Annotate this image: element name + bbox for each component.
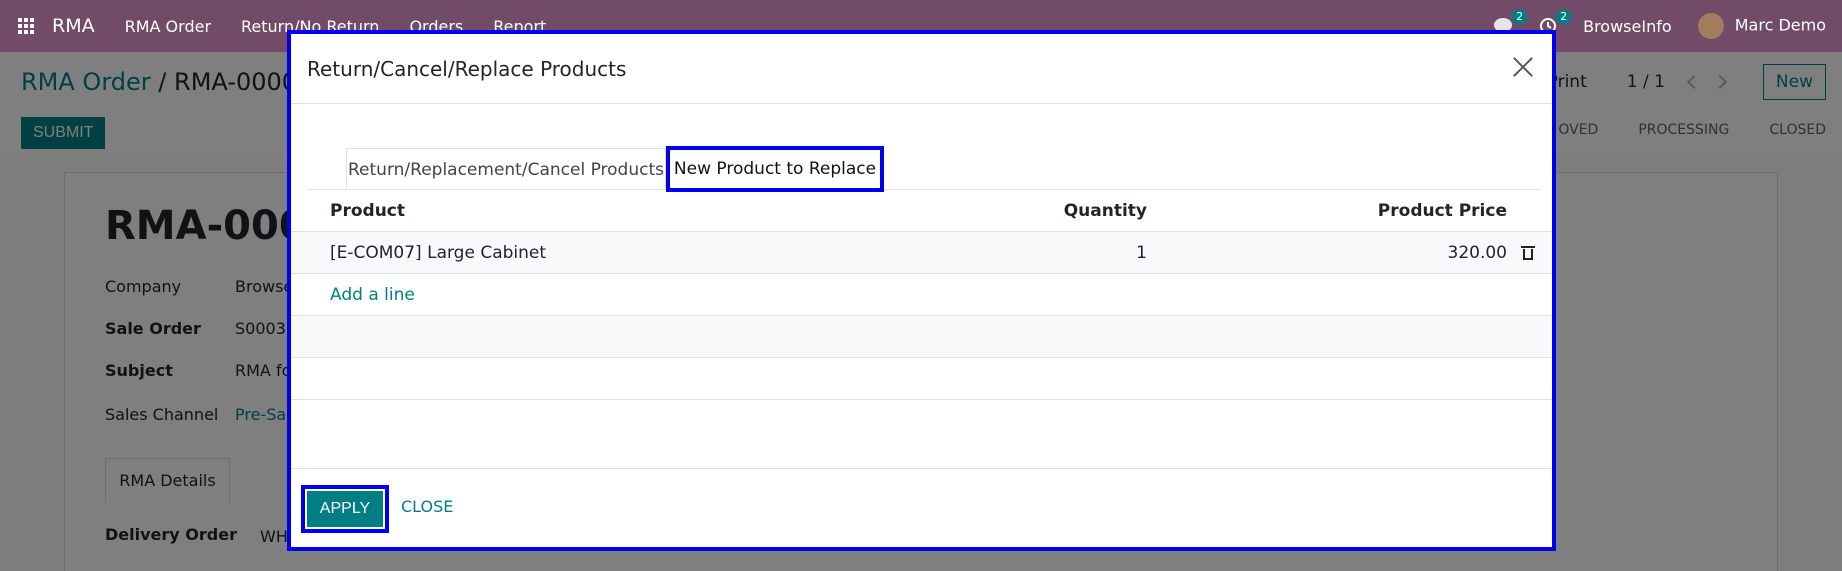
table-header-row: Product Quantity Product Price bbox=[291, 190, 1552, 232]
company-switcher[interactable]: BrowseInfo bbox=[1583, 17, 1672, 36]
row-product-price[interactable]: 320.00 bbox=[1448, 232, 1507, 274]
column-header-product[interactable]: Product bbox=[330, 190, 405, 232]
tab-new-product-to-replace[interactable]: New Product to Replace bbox=[666, 146, 884, 192]
dialog-footer: APPLY CLOSE bbox=[291, 468, 1552, 547]
add-line-row: Add a line bbox=[291, 274, 1552, 316]
empty-row bbox=[291, 358, 1552, 400]
trash-icon[interactable] bbox=[1521, 246, 1535, 260]
user-name: Marc Demo bbox=[1734, 15, 1826, 35]
close-button[interactable]: CLOSE bbox=[401, 497, 453, 516]
apps-menu-icon[interactable] bbox=[0, 0, 52, 52]
menu-rma-order[interactable]: RMA Order bbox=[125, 17, 211, 36]
column-header-product-price[interactable]: Product Price bbox=[1378, 190, 1507, 232]
dialog-tabs: Return/Replacement/Cancel Products New P… bbox=[307, 146, 1540, 192]
app-brand[interactable]: RMA bbox=[52, 15, 95, 37]
user-avatar bbox=[1697, 13, 1724, 39]
add-a-line-link[interactable]: Add a line bbox=[330, 274, 415, 316]
user-menu[interactable]: Marc Demo bbox=[1697, 13, 1826, 39]
activities-count-badge: 2 bbox=[1556, 10, 1572, 24]
close-icon[interactable] bbox=[1512, 56, 1534, 78]
replace-products-table: Product Quantity Product Price [E-COM07]… bbox=[291, 190, 1552, 400]
dialog-header: Return/Cancel/Replace Products bbox=[291, 34, 1552, 104]
column-header-quantity[interactable]: Quantity bbox=[1064, 190, 1147, 232]
table-row[interactable]: [E-COM07] Large Cabinet 1 320.00 bbox=[291, 232, 1552, 274]
return-cancel-replace-dialog: Return/Cancel/Replace Products Return/Re… bbox=[287, 30, 1556, 551]
apply-button-highlight: APPLY bbox=[301, 485, 389, 533]
apply-button[interactable]: APPLY bbox=[307, 491, 383, 527]
row-product[interactable]: [E-COM07] Large Cabinet bbox=[330, 232, 546, 274]
tab-return-replacement-cancel-products[interactable]: Return/Replacement/Cancel Products bbox=[346, 148, 666, 190]
dialog-title: Return/Cancel/Replace Products bbox=[307, 56, 627, 81]
row-quantity[interactable]: 1 bbox=[1136, 232, 1147, 274]
empty-row bbox=[291, 316, 1552, 358]
messages-count-badge: 2 bbox=[1512, 10, 1528, 24]
